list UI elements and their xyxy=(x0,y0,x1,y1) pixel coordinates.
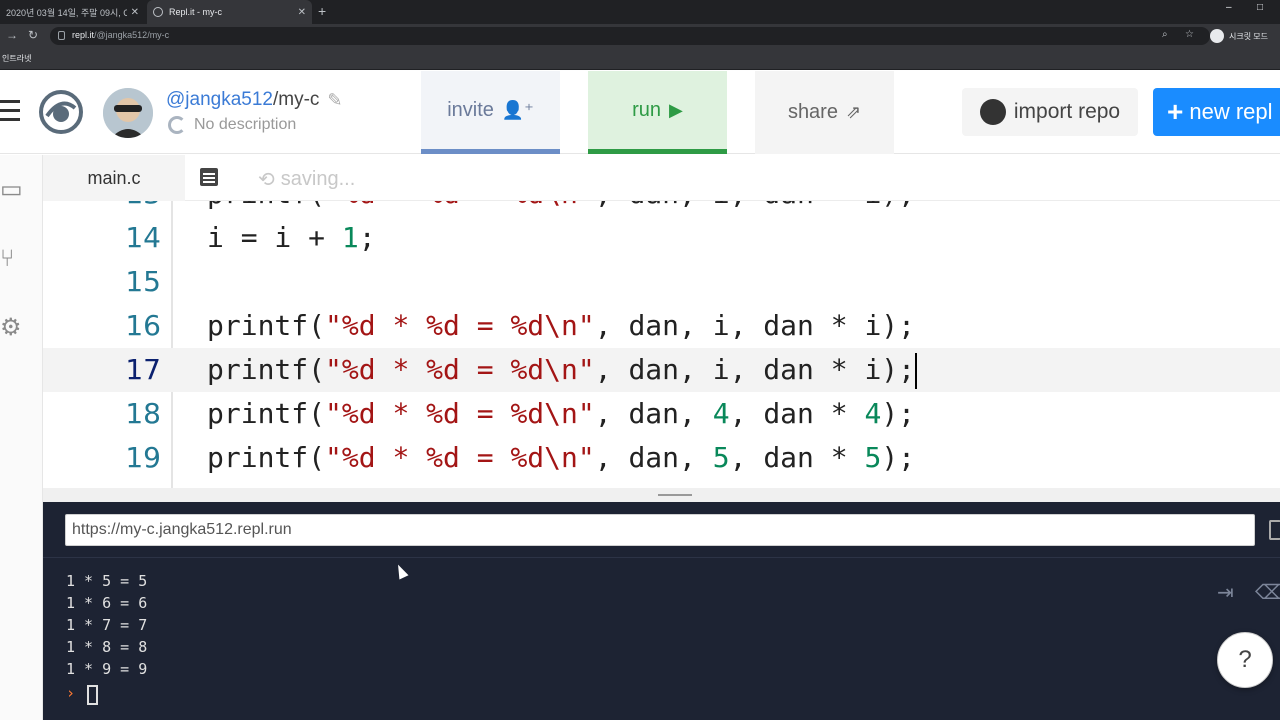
terminal-prompt: › xyxy=(66,684,76,702)
lock-icon xyxy=(58,31,65,40)
address-bar: → ↻ repl.it/@jangka512/my-c ⌕ ☆ 시크릿 모드 xyxy=(0,24,1280,48)
browser-tab-1[interactable]: 2020년 03월 14일, 주말 09시, C... ✕ xyxy=(0,0,145,24)
share-button[interactable]: share ⇗ xyxy=(755,71,894,154)
clear-console-icon[interactable]: ⌫ xyxy=(1255,580,1280,605)
settings-gear-icon[interactable]: ⚙ xyxy=(0,313,22,342)
version-control-icon[interactable]: ⑂ xyxy=(0,245,14,273)
files-icon[interactable]: ▭ xyxy=(0,175,23,204)
code-text: printf("%d * %d = %d\n", dan, i, dan * i… xyxy=(207,201,915,216)
replit-logo-icon[interactable] xyxy=(39,90,83,134)
code-text: printf("%d * %d = %d\n", dan, i, dan * i… xyxy=(207,309,916,342)
code-line[interactable]: 18 printf("%d * %d = %d\n", dan, 4, dan *… xyxy=(43,392,1280,436)
zoom-icon[interactable]: ⌕ xyxy=(1162,29,1168,40)
maximize-button[interactable]: □ xyxy=(1257,2,1263,13)
close-icon[interactable]: ✕ xyxy=(298,7,306,18)
terminal-cursor[interactable] xyxy=(87,685,98,705)
line-number: 15 xyxy=(125,265,161,298)
line-number: 13 xyxy=(43,201,161,216)
code-line[interactable]: 16 printf("%d * %d = %d\n", dan, i, dan *… xyxy=(43,304,1280,348)
repl-header: @jangka512 / my-c ✎ No description invit… xyxy=(0,71,1280,154)
url-text: repl.it/@jangka512/my-c xyxy=(72,30,170,40)
plus-icon: + xyxy=(1167,96,1184,127)
incognito-profile[interactable]: 시크릿 모드 xyxy=(1210,29,1268,43)
editor-tab-bar: main.c ⟲ saving... xyxy=(43,155,1280,201)
history-icon: ⟲ xyxy=(258,169,275,191)
line-number: 19 xyxy=(125,441,161,474)
code-line[interactable]: 15 xyxy=(43,260,1280,304)
bookmarks-bar: 인트라넷 xyxy=(0,48,1280,70)
replit-favicon-icon xyxy=(153,7,163,17)
code-line[interactable]: 13 printf("%d * %d = %d\n", dan, i, dan *… xyxy=(43,201,1280,216)
forward-icon[interactable]: → xyxy=(6,28,18,42)
pencil-icon[interactable]: ✎ xyxy=(327,90,342,111)
code-editor[interactable]: 13 printf("%d * %d = %d\n", dan, i, dan *… xyxy=(43,201,1280,488)
pane-resize-handle[interactable] xyxy=(43,488,1280,502)
code-text: printf("%d * %d = %d\n", dan, i, dan * i… xyxy=(207,348,918,392)
new-repl-button[interactable]: + new repl xyxy=(1153,88,1280,136)
code-text: printf("%d * %d = %d\n", dan, 5, dan * 5… xyxy=(207,441,916,474)
add-user-icon: 👤⁺ xyxy=(501,99,534,120)
line-number: 18 xyxy=(125,397,161,430)
import-label: import repo xyxy=(1013,100,1121,123)
save-status: ⟲ saving... xyxy=(258,167,355,192)
line-number: 16 xyxy=(125,309,161,342)
incognito-icon xyxy=(1210,29,1224,43)
bookmark-item[interactable]: 인트라넷 xyxy=(2,53,31,64)
github-icon xyxy=(979,99,1006,125)
description-text: No description xyxy=(194,116,297,133)
repl-name: my-c xyxy=(278,89,320,110)
file-list-icon[interactable] xyxy=(200,168,218,186)
run-button[interactable]: run ▶ xyxy=(588,71,727,154)
new-repl-label: new repl xyxy=(1189,99,1273,124)
text-cursor xyxy=(915,353,918,389)
help-button[interactable]: ? xyxy=(1217,632,1273,688)
tab-main-c[interactable]: main.c xyxy=(43,155,185,201)
code-text: i = i + 1; xyxy=(207,221,376,254)
save-status-text: saving... xyxy=(280,168,356,190)
line-number: 17 xyxy=(125,353,161,386)
console-output-line: 1 * 5 = 5 xyxy=(66,572,148,590)
console-pane[interactable]: https://my-c.jangka512.repl.run ⇥ ⌫ › ? … xyxy=(43,502,1280,720)
share-label: share xyxy=(787,101,838,123)
console-separator xyxy=(43,557,1280,558)
invite-button[interactable]: invite 👤⁺ xyxy=(421,71,560,154)
repl-description[interactable]: No description xyxy=(168,116,296,134)
console-input-icon[interactable]: ⇥ xyxy=(1217,580,1234,605)
import-repo-button[interactable]: import repo xyxy=(962,88,1138,136)
bookmark-star-icon[interactable]: ☆ xyxy=(1185,29,1194,40)
menu-icon[interactable] xyxy=(0,100,20,122)
browser-tab-title: Repl.it - my-c xyxy=(169,7,223,17)
open-in-new-tab-icon[interactable] xyxy=(1269,520,1280,540)
url-field[interactable]: repl.it/@jangka512/my-c ⌕ ☆ xyxy=(50,27,1210,45)
avatar[interactable] xyxy=(103,88,153,138)
browser-tab-title: 2020년 03월 14일, 주말 09시, C... xyxy=(6,7,127,18)
console-output-line: 1 * 7 = 7 xyxy=(66,616,148,634)
minimize-button[interactable]: – xyxy=(1226,2,1232,13)
console-output-line: 1 * 9 = 9 xyxy=(66,660,148,678)
new-tab-button[interactable]: + xyxy=(318,3,326,19)
invite-label: invite xyxy=(447,98,494,121)
repl-owner-link[interactable]: @jangka512 xyxy=(166,89,273,111)
code-line[interactable]: 19 printf("%d * %d = %d\n", dan, 5, dan *… xyxy=(43,436,1280,480)
console-output-line: 1 * 8 = 8 xyxy=(66,638,148,656)
browser-tab-2[interactable]: Repl.it - my-c ✕ xyxy=(147,0,312,24)
close-icon[interactable]: ✕ xyxy=(131,7,139,18)
left-sidebar: ▭ ⑂ ⚙ xyxy=(0,155,43,720)
repl-title[interactable]: @jangka512 / my-c ✎ xyxy=(166,89,343,111)
run-label: run xyxy=(632,98,662,121)
play-icon: ▶ xyxy=(669,99,683,120)
code-text: printf("%d * %d = %d\n", dan, 4, dan * 4… xyxy=(207,397,916,430)
c-language-icon xyxy=(168,116,186,134)
share-icon: ⇗ xyxy=(845,102,862,122)
code-line[interactable]: 17 printf("%d * %d = %d\n", dan, i, dan *… xyxy=(43,348,1280,392)
reload-icon[interactable]: ↻ xyxy=(28,28,38,42)
repl-run-url[interactable]: https://my-c.jangka512.repl.run xyxy=(65,514,1255,546)
console-output-line: 1 * 6 = 6 xyxy=(66,594,148,612)
browser-tab-strip: 2020년 03월 14일, 주말 09시, C... ✕ Repl.it - … xyxy=(0,0,1280,24)
profile-label: 시크릿 모드 xyxy=(1229,31,1269,41)
code-line[interactable]: 14 i = i + 1; xyxy=(43,216,1280,260)
line-number: 14 xyxy=(125,221,161,254)
